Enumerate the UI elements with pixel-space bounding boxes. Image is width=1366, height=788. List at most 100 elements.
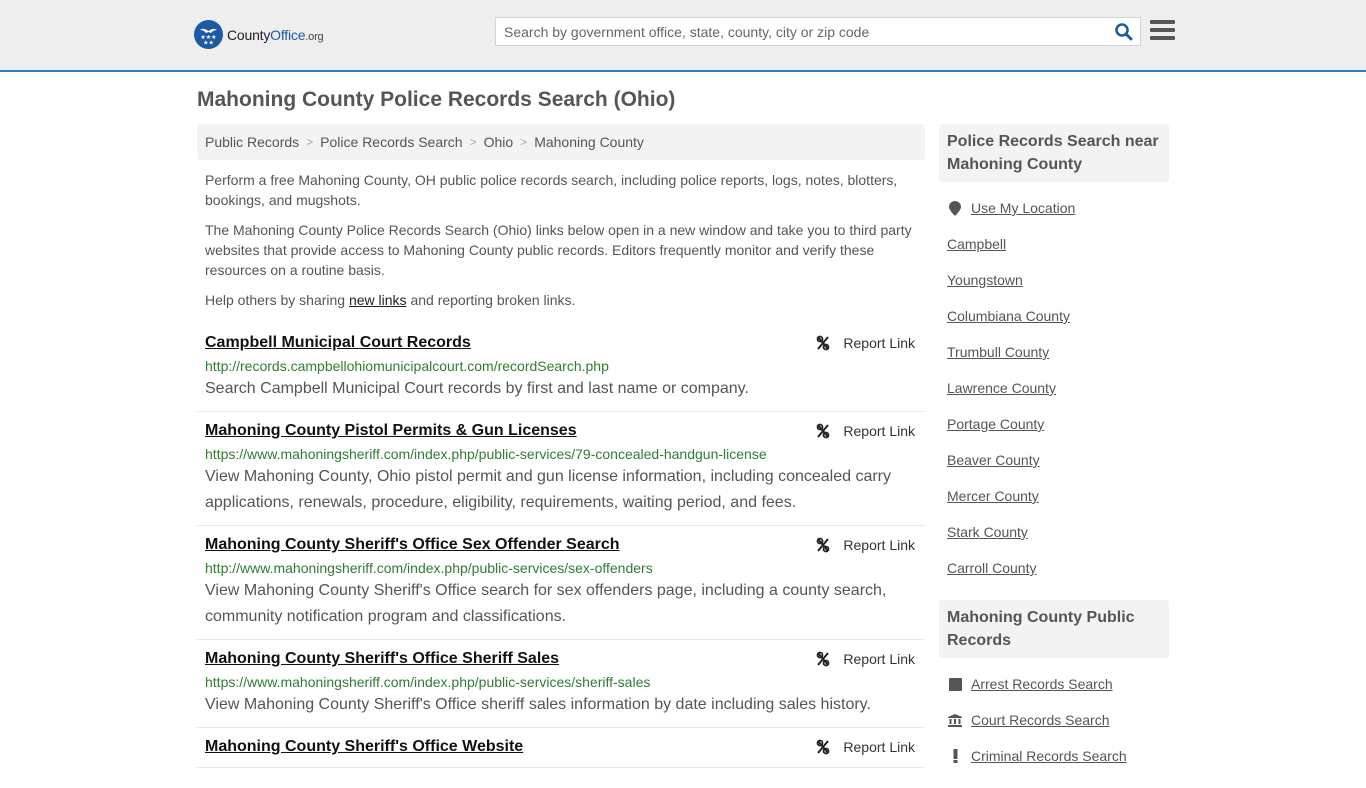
intro-text-span: Help others by sharing [205,292,349,308]
report-link-label: Report Link [843,335,915,351]
result-url: https://www.mahoningsheriff.com/index.ph… [205,446,767,462]
broken-link-icon [817,423,830,439]
logo-text-tld: .org [305,30,324,43]
nearby-item: Carroll County [947,550,1161,586]
nearby-link-mercer-county[interactable]: Mercer County [947,488,1039,504]
site-logo[interactable]: ★★★ ★★ CountyOffice.org [194,20,324,49]
sidebar: Police Records Search near Mahoning Coun… [939,124,1169,788]
logo-text-county: County [227,26,271,43]
public-records-item: Arrest Records Search [947,666,1161,702]
result-title-link[interactable]: Campbell Municipal Court Records [205,332,471,354]
nearby-item: Trumbull County [947,334,1161,370]
result-description: View Mahoning County, Ohio pistol permit… [205,468,892,511]
exclamation-icon [947,748,963,764]
result-title-link[interactable]: Mahoning County Pistol Permits & Gun Lic… [205,420,577,442]
nearby-link-stark-county[interactable]: Stark County [947,524,1028,540]
search-icon[interactable] [1114,22,1134,42]
report-link-button[interactable]: Report Link [815,648,915,670]
menu-bar [1150,20,1175,24]
intro-text: Perform a free Mahoning County, OH publi… [197,170,925,310]
breadcrumb-separator: > [469,135,477,149]
nearby-link-youngstown[interactable]: Youngstown [947,272,1023,288]
nearby-link-beaver-county[interactable]: Beaver County [947,452,1040,468]
logo-text: CountyOffice.org [227,26,324,43]
nearby-link-trumbull-county[interactable]: Trumbull County [947,344,1049,360]
nearby-item: Lawrence County [947,370,1161,406]
nearby-item: Columbiana County [947,298,1161,334]
public-records-item: Court Records Search [947,702,1161,738]
nearby-link-lawrence-county[interactable]: Lawrence County [947,380,1056,396]
report-link-button[interactable]: Report Link [815,420,915,442]
broken-link-icon [817,335,830,351]
report-link-label: Report Link [843,739,915,755]
breadcrumb-public-records[interactable]: Public Records [205,134,299,150]
result-item: Mahoning County Sheriff's Office Sex Off… [197,526,925,640]
result-url: http://records.campbellohiomunicipalcour… [205,358,609,374]
courthouse-icon [947,712,963,728]
breadcrumb-police-records-search[interactable]: Police Records Search [320,134,462,150]
result-title-link[interactable]: Mahoning County Sheriff's Office Sheriff… [205,648,559,670]
report-link-button[interactable]: Report Link [815,736,915,758]
broken-link-icon [817,651,830,667]
breadcrumb-separator: > [306,135,314,149]
public-records-list: Arrest Records Search Court Records Sear… [939,658,1169,788]
result-item: Mahoning County Sheriff's Office Website… [197,728,925,768]
arrest-records-link[interactable]: Arrest Records Search [971,676,1113,692]
breadcrumb-mahoning-county[interactable]: Mahoning County [534,134,644,150]
report-link-button[interactable]: Report Link [815,332,915,354]
report-link-label: Report Link [843,651,915,667]
logo-text-office: Office [270,26,306,43]
court-records-link[interactable]: Court Records Search [971,712,1110,728]
criminal-records-link[interactable]: Criminal Records Search [971,748,1127,764]
use-my-location-link[interactable]: Use My Location [971,200,1075,216]
map-marker-icon [947,200,963,216]
menu-bar [1150,28,1175,32]
hamburger-menu-icon[interactable] [1150,20,1175,42]
nearby-heading: Police Records Search near Mahoning Coun… [939,124,1169,182]
result-description: View Mahoning County Sheriff's Office se… [205,582,887,625]
nearby-link-portage-county[interactable]: Portage County [947,416,1044,432]
main-content: Public Records > Police Records Search >… [197,124,925,768]
search-bar [495,17,1141,46]
svg-text:★★: ★★ [203,40,214,47]
result-description: View Mahoning County Sheriff's Office sh… [205,696,871,713]
result-title-link[interactable]: Mahoning County Sheriff's Office Website [205,736,523,758]
nearby-item: Campbell [947,226,1161,262]
broken-link-icon [817,537,830,553]
breadcrumb-separator: > [520,135,528,149]
broken-link-icon [817,739,830,755]
site-header: ★★★ ★★ CountyOffice.org [0,0,1366,72]
intro-text-span: and reporting broken links. [406,292,576,308]
nearby-link-columbiana-county[interactable]: Columbiana County [947,308,1070,324]
new-links-link[interactable]: new links [349,292,407,308]
result-title-link[interactable]: Mahoning County Sheriff's Office Sex Off… [205,534,620,556]
results-list: Campbell Municipal Court Records Report … [197,324,925,768]
nearby-item: Mercer County [947,478,1161,514]
result-description: Search Campbell Municipal Court records … [205,380,749,397]
report-link-label: Report Link [843,537,915,553]
nearby-item: Beaver County [947,442,1161,478]
nearby-item: Youngstown [947,262,1161,298]
result-url: https://www.mahoningsheriff.com/index.ph… [205,674,651,690]
nearby-link-campbell[interactable]: Campbell [947,236,1006,252]
use-my-location-item: Use My Location [947,190,1161,226]
report-link-label: Report Link [843,423,915,439]
page-title: Mahoning County Police Records Search (O… [197,88,676,111]
square-icon [947,676,963,692]
intro-paragraph-1: Perform a free Mahoning County, OH publi… [205,172,898,208]
public-records-item: Criminal Records Search [947,738,1161,774]
result-item: Campbell Municipal Court Records Report … [197,324,925,412]
nearby-list: Use My Location Campbell Youngstown Colu… [939,182,1169,600]
report-link-button[interactable]: Report Link [815,534,915,556]
menu-bar [1150,36,1175,40]
nearby-item: Stark County [947,514,1161,550]
nearby-link-carroll-county[interactable]: Carroll County [947,560,1036,576]
intro-paragraph-2: The Mahoning County Police Records Searc… [205,222,912,278]
result-item: Mahoning County Pistol Permits & Gun Lic… [197,412,925,526]
intro-paragraph-3: Help others by sharing new links and rep… [205,290,917,310]
breadcrumb-ohio[interactable]: Ohio [484,134,514,150]
breadcrumb: Public Records > Police Records Search >… [197,124,925,160]
public-records-heading: Mahoning County Public Records [939,600,1169,658]
search-input[interactable] [496,18,1096,45]
eagle-logo-icon: ★★★ ★★ [194,20,223,49]
